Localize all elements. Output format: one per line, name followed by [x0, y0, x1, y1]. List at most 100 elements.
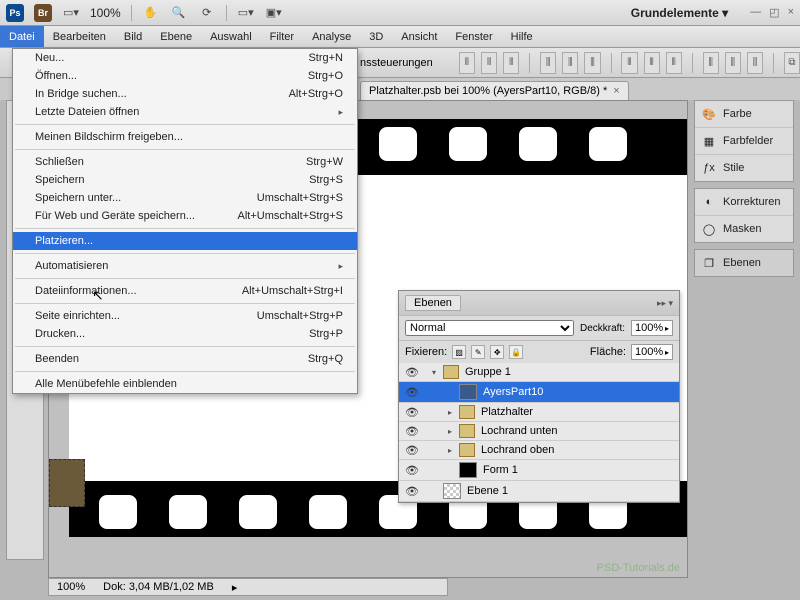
zoom-tool-icon[interactable]: 🔍	[170, 4, 188, 22]
menu-item[interactable]: Automatisieren	[13, 257, 357, 275]
layer-row[interactable]: 👁AyersPart10	[399, 382, 679, 403]
panel-stile[interactable]: ƒxStile	[695, 154, 793, 181]
menu-auswahl[interactable]: Auswahl	[201, 26, 261, 47]
visibility-icon[interactable]: 👁	[403, 464, 421, 477]
panel-farbe[interactable]: 🎨Farbe	[695, 101, 793, 127]
placed-image-thumb[interactable]	[49, 459, 85, 507]
layer-row[interactable]: 👁▸Lochrand unten	[399, 422, 679, 441]
auto-align-icon[interactable]: ⧉	[784, 52, 800, 74]
screen-mode2-icon[interactable]: ▣▾	[265, 4, 283, 22]
status-bar: 100% Dok: 3,04 MB/1,02 MB ▸	[48, 578, 448, 596]
menu-item[interactable]: Seite einrichten...Umschalt+Strg+P	[13, 307, 357, 325]
panel-masken[interactable]: ◯Masken	[695, 215, 793, 242]
main-menubar: Datei Bearbeiten Bild Ebene Auswahl Filt…	[0, 26, 800, 48]
visibility-icon[interactable]: 👁	[403, 444, 421, 457]
workspace-dropdown[interactable]: Grundelemente ▾	[631, 6, 728, 20]
align-vcenter-icon[interactable]: ⫴	[481, 52, 497, 74]
menu-filter[interactable]: Filter	[261, 26, 303, 47]
lock-transparency-icon[interactable]: ▨	[452, 345, 466, 359]
visibility-icon[interactable]: 👁	[403, 366, 421, 379]
distribute-bottom-icon[interactable]: ⫴	[666, 52, 682, 74]
arrange-docs-icon[interactable]: ▭▾	[237, 4, 255, 22]
smart-thumb-icon	[459, 384, 477, 400]
layer-row[interactable]: 👁 Ebene 1	[399, 481, 679, 502]
menu-bild[interactable]: Bild	[115, 26, 151, 47]
menu-item[interactable]: Meinen Bildschirm freigeben...	[13, 128, 357, 146]
masks-icon: ◯	[701, 221, 717, 237]
panel-farbfelder[interactable]: ▦Farbfelder	[695, 127, 793, 154]
minimize-icon[interactable]: —	[750, 6, 761, 19]
layer-row[interactable]: 👁Form 1	[399, 460, 679, 481]
layer-row[interactable]: 👁▾Gruppe 1	[399, 363, 679, 382]
distribute-h-icon[interactable]: ⫼	[725, 52, 741, 74]
lock-pixels-icon[interactable]: ✎	[471, 345, 485, 359]
screen-mode-icon[interactable]: ▭▾	[62, 4, 80, 22]
opacity-input[interactable]: 100%▸	[631, 320, 673, 336]
hand-tool-icon[interactable]: ✋	[142, 4, 160, 22]
menu-item[interactable]: Neu...Strg+N	[13, 49, 357, 67]
status-zoom[interactable]: 100%	[57, 581, 85, 593]
distribute-right-icon[interactable]: ⫼	[747, 52, 763, 74]
lock-all-icon[interactable]: 🔒	[509, 345, 523, 359]
layers-panel-tab[interactable]: Ebenen	[405, 295, 461, 311]
zoom-level[interactable]: 100%	[90, 6, 121, 20]
maximize-icon[interactable]: ◰	[769, 6, 779, 19]
menu-item[interactable]: Dateiinformationen...Alt+Umschalt+Strg+I	[13, 282, 357, 300]
group-thumb-icon	[459, 424, 475, 438]
menu-item[interactable]: Für Web und Geräte speichern...Alt+Umsch…	[13, 207, 357, 225]
lock-position-icon[interactable]: ✥	[490, 345, 504, 359]
menu-hilfe[interactable]: Hilfe	[502, 26, 542, 47]
status-docsize[interactable]: Dok: 3,04 MB/1,02 MB	[103, 581, 214, 593]
status-arrow-icon[interactable]: ▸	[232, 581, 238, 594]
menu-item[interactable]: Platzieren...	[13, 232, 357, 250]
document-tab-close-icon[interactable]: ×	[613, 85, 619, 97]
menu-ebene[interactable]: Ebene	[151, 26, 201, 47]
align-bottom-icon[interactable]: ⫴	[503, 52, 519, 74]
layers-icon: ❐	[701, 255, 717, 271]
align-left-icon[interactable]: ⫼	[540, 52, 556, 74]
layer-row[interactable]: 👁▸Platzhalter	[399, 403, 679, 422]
layer-name: Lochrand oben	[479, 444, 675, 456]
menu-analyse[interactable]: Analyse	[303, 26, 360, 47]
menu-ansicht[interactable]: Ansicht	[392, 26, 446, 47]
menu-datei[interactable]: Datei	[0, 26, 44, 47]
menu-item[interactable]: Speichern unter...Umschalt+Strg+S	[13, 189, 357, 207]
rotate-view-icon[interactable]: ⟳	[198, 4, 216, 22]
menu-item[interactable]: SchließenStrg+W	[13, 153, 357, 171]
bridge-logo-icon[interactable]: Br	[34, 4, 52, 22]
menu-fenster[interactable]: Fenster	[446, 26, 501, 47]
fill-input[interactable]: 100%▸	[631, 344, 673, 360]
layer-name: Ebene 1	[465, 485, 675, 497]
menu-3d[interactable]: 3D	[360, 26, 392, 47]
blend-mode-select[interactable]: Normal	[405, 320, 574, 336]
layer-thumb-icon	[443, 483, 461, 499]
distribute-v-icon[interactable]: ⫴	[644, 52, 660, 74]
menu-item[interactable]: SpeichernStrg+S	[13, 171, 357, 189]
document-tab[interactable]: Platzhalter.psb bei 100% (AyersPart10, R…	[360, 81, 629, 100]
menu-item[interactable]: Alle Menübefehle einblenden	[13, 375, 357, 393]
distribute-top-icon[interactable]: ⫴	[621, 52, 637, 74]
visibility-icon[interactable]: 👁	[403, 425, 421, 438]
panel-collapse-icon[interactable]: ▸▸ ▾	[657, 298, 673, 309]
lock-label: Fixieren:	[405, 346, 447, 358]
align-top-icon[interactable]: ⫴	[459, 52, 475, 74]
shape-thumb-icon	[459, 462, 477, 478]
close-icon[interactable]: ×	[788, 6, 794, 19]
menu-item[interactable]: Letzte Dateien öffnen	[13, 103, 357, 121]
document-tab-title: Platzhalter.psb bei 100% (AyersPart10, R…	[369, 85, 607, 97]
panel-ebenen[interactable]: ❐Ebenen	[695, 250, 793, 276]
visibility-icon[interactable]: 👁	[403, 406, 421, 419]
menu-item[interactable]: BeendenStrg+Q	[13, 350, 357, 368]
align-hcenter-icon[interactable]: ⫼	[562, 52, 578, 74]
menu-bearbeiten[interactable]: Bearbeiten	[44, 26, 115, 47]
menu-item[interactable]: Öffnen...Strg+O	[13, 67, 357, 85]
swatches-icon: ▦	[701, 133, 717, 149]
menu-item[interactable]: Drucken...Strg+P	[13, 325, 357, 343]
visibility-icon[interactable]: 👁	[403, 386, 421, 399]
visibility-icon[interactable]: 👁	[403, 485, 421, 498]
align-right-icon[interactable]: ⫼	[584, 52, 600, 74]
menu-item[interactable]: In Bridge suchen...Alt+Strg+O	[13, 85, 357, 103]
layer-row[interactable]: 👁▸Lochrand oben	[399, 441, 679, 460]
panel-korrekturen[interactable]: ◐Korrekturen	[695, 189, 793, 215]
distribute-left-icon[interactable]: ⫼	[703, 52, 719, 74]
